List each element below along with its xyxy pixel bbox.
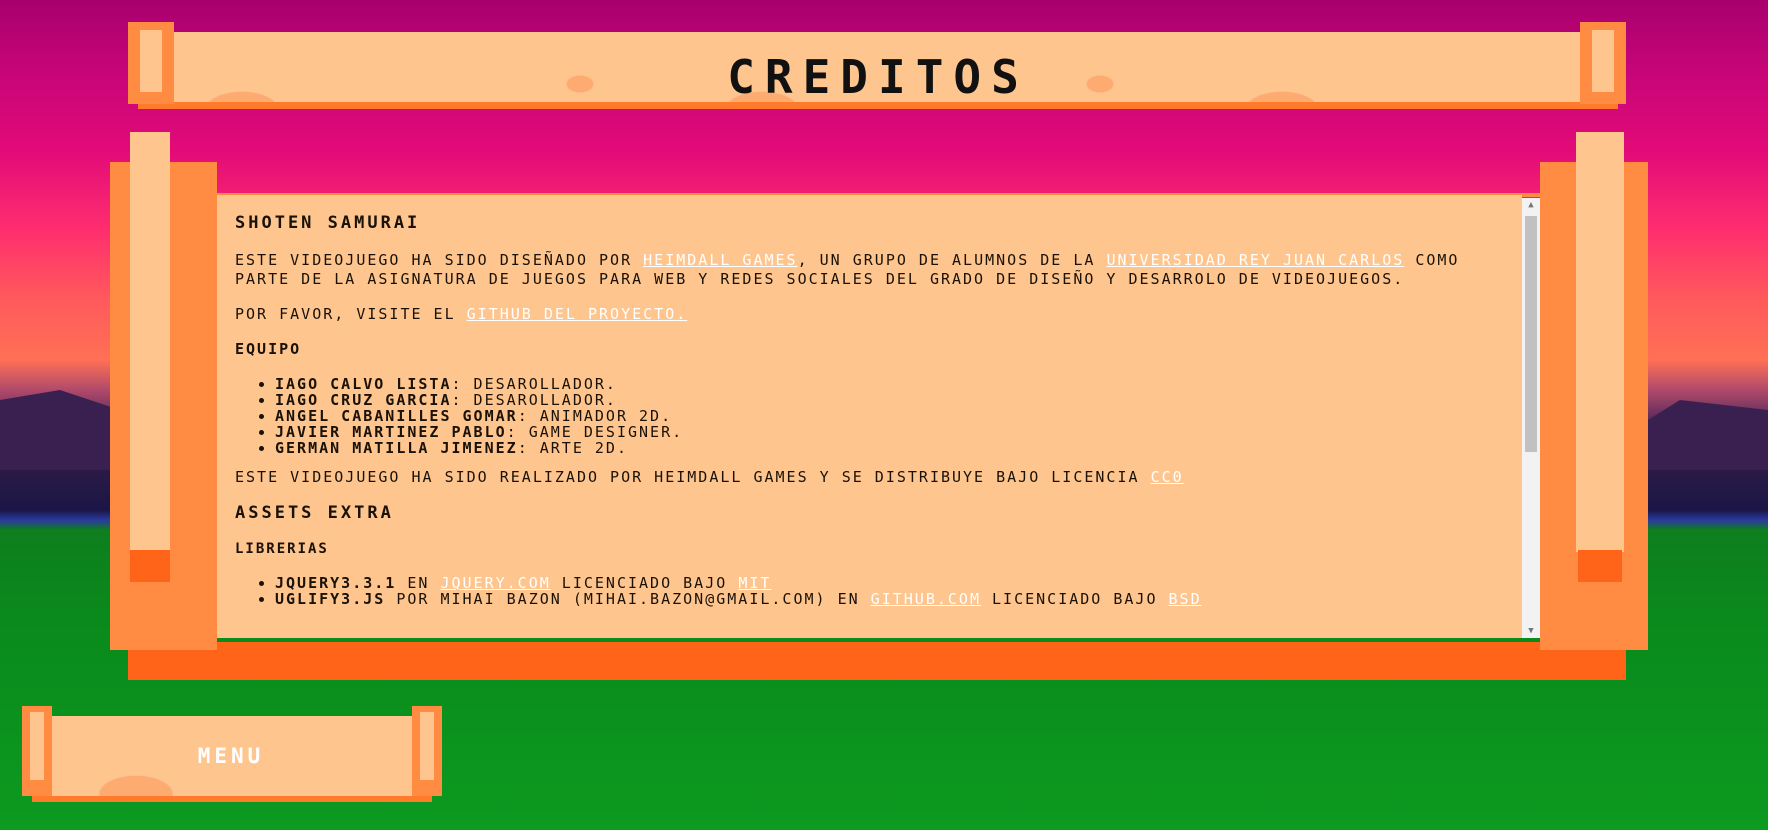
- list-item: ANGEL CABANILLES GOMAR: ANIMADOR 2D.: [275, 408, 1504, 424]
- heimdall-games-link[interactable]: HEIMDALL GAMES: [643, 251, 797, 269]
- list-item: JQUERY3.3.1 EN JQUERY.COM LICENCIADO BAJ…: [275, 575, 1504, 591]
- lib-text: LICENCIADO BAJO: [980, 590, 1169, 608]
- urjc-link[interactable]: UNIVERSIDAD REY JUAN CARLOS: [1106, 251, 1404, 269]
- bsd-link[interactable]: BSD: [1169, 590, 1202, 608]
- intro-text: , UN GRUPO DE ALUMNOS DE LA: [797, 251, 1107, 269]
- scroll-down-icon[interactable]: ▼: [1522, 624, 1540, 638]
- list-item: IAGO CALVO LISTA: DESAROLLADOR.: [275, 376, 1504, 392]
- github-project-link[interactable]: GITHUB DEL PROYECTO.: [467, 305, 688, 323]
- lib-text: POR MIHAI BAZON (MIHAI.BAZON@GMAIL.COM) …: [385, 590, 871, 608]
- list-item: UGLIFY3.JS POR MIHAI BAZON (MIHAI.BAZON@…: [275, 591, 1504, 607]
- game-title-heading: SHOTEN SAMURAI: [235, 213, 421, 233]
- scroll-up-icon[interactable]: ▲: [1522, 198, 1540, 212]
- scroll-thumb[interactable]: [1525, 216, 1537, 452]
- lib-name: UGLIFY3.JS: [275, 590, 386, 608]
- member-name: GERMAN MATILLA JIMENEZ: [275, 439, 518, 457]
- page-title: CREDITOS: [727, 50, 1029, 104]
- list-item: JAVIER MARTINEZ PABLO: GAME DESIGNER.: [275, 424, 1504, 440]
- menu-label: MENU: [197, 744, 265, 768]
- team-list: IAGO CALVO LISTA: DESAROLLADOR. IAGO CRU…: [235, 376, 1504, 456]
- visit-text: POR FAVOR, VISITE EL: [235, 305, 467, 323]
- content-scrollbar[interactable]: ▲ ▼: [1522, 198, 1540, 638]
- cc0-link[interactable]: CC0: [1151, 468, 1184, 486]
- license-text: ESTE VIDEOJUEGO HA SIDO REALIZADO POR HE…: [235, 468, 1151, 486]
- github-link[interactable]: GITHUB.COM: [871, 590, 981, 608]
- title-board: CREDITOS: [138, 32, 1618, 109]
- frame-post-left: [110, 132, 217, 650]
- libs-list: JQUERY3.3.1 EN JQUERY.COM LICENCIADO BAJ…: [235, 575, 1504, 607]
- intro-paragraph: ESTE VIDEOJUEGO HA SIDO DISEñADO POR HEI…: [235, 251, 1504, 289]
- list-item: GERMAN MATILLA JIMENEZ: ARTE 2D.: [275, 440, 1504, 456]
- menu-button[interactable]: MENU: [22, 706, 442, 802]
- list-item: IAGO CRUZ GARCIA: DESAROLLADOR.: [275, 392, 1504, 408]
- frame-bottom: [128, 642, 1626, 680]
- team-heading: EQUIPO: [235, 340, 302, 358]
- intro-text: ESTE VIDEOJUEGO HA SIDO DISEñADO POR: [235, 251, 644, 269]
- title-post-right: [1580, 22, 1626, 104]
- title-post-left: [128, 22, 174, 104]
- member-role: : ARTE 2D.: [517, 439, 628, 457]
- libs-heading: LIBRERIAS: [235, 541, 329, 557]
- license-paragraph: ESTE VIDEOJUEGO HA SIDO REALIZADO POR HE…: [235, 468, 1504, 487]
- assets-heading: ASSETS EXTRA: [235, 503, 394, 523]
- frame-post-right: [1540, 132, 1648, 650]
- credits-content[interactable]: SHOTEN SAMURAI ESTE VIDEOJUEGO HA SIDO D…: [217, 195, 1522, 638]
- visit-paragraph: POR FAVOR, VISITE EL GITHUB DEL PROYECTO…: [235, 305, 1504, 324]
